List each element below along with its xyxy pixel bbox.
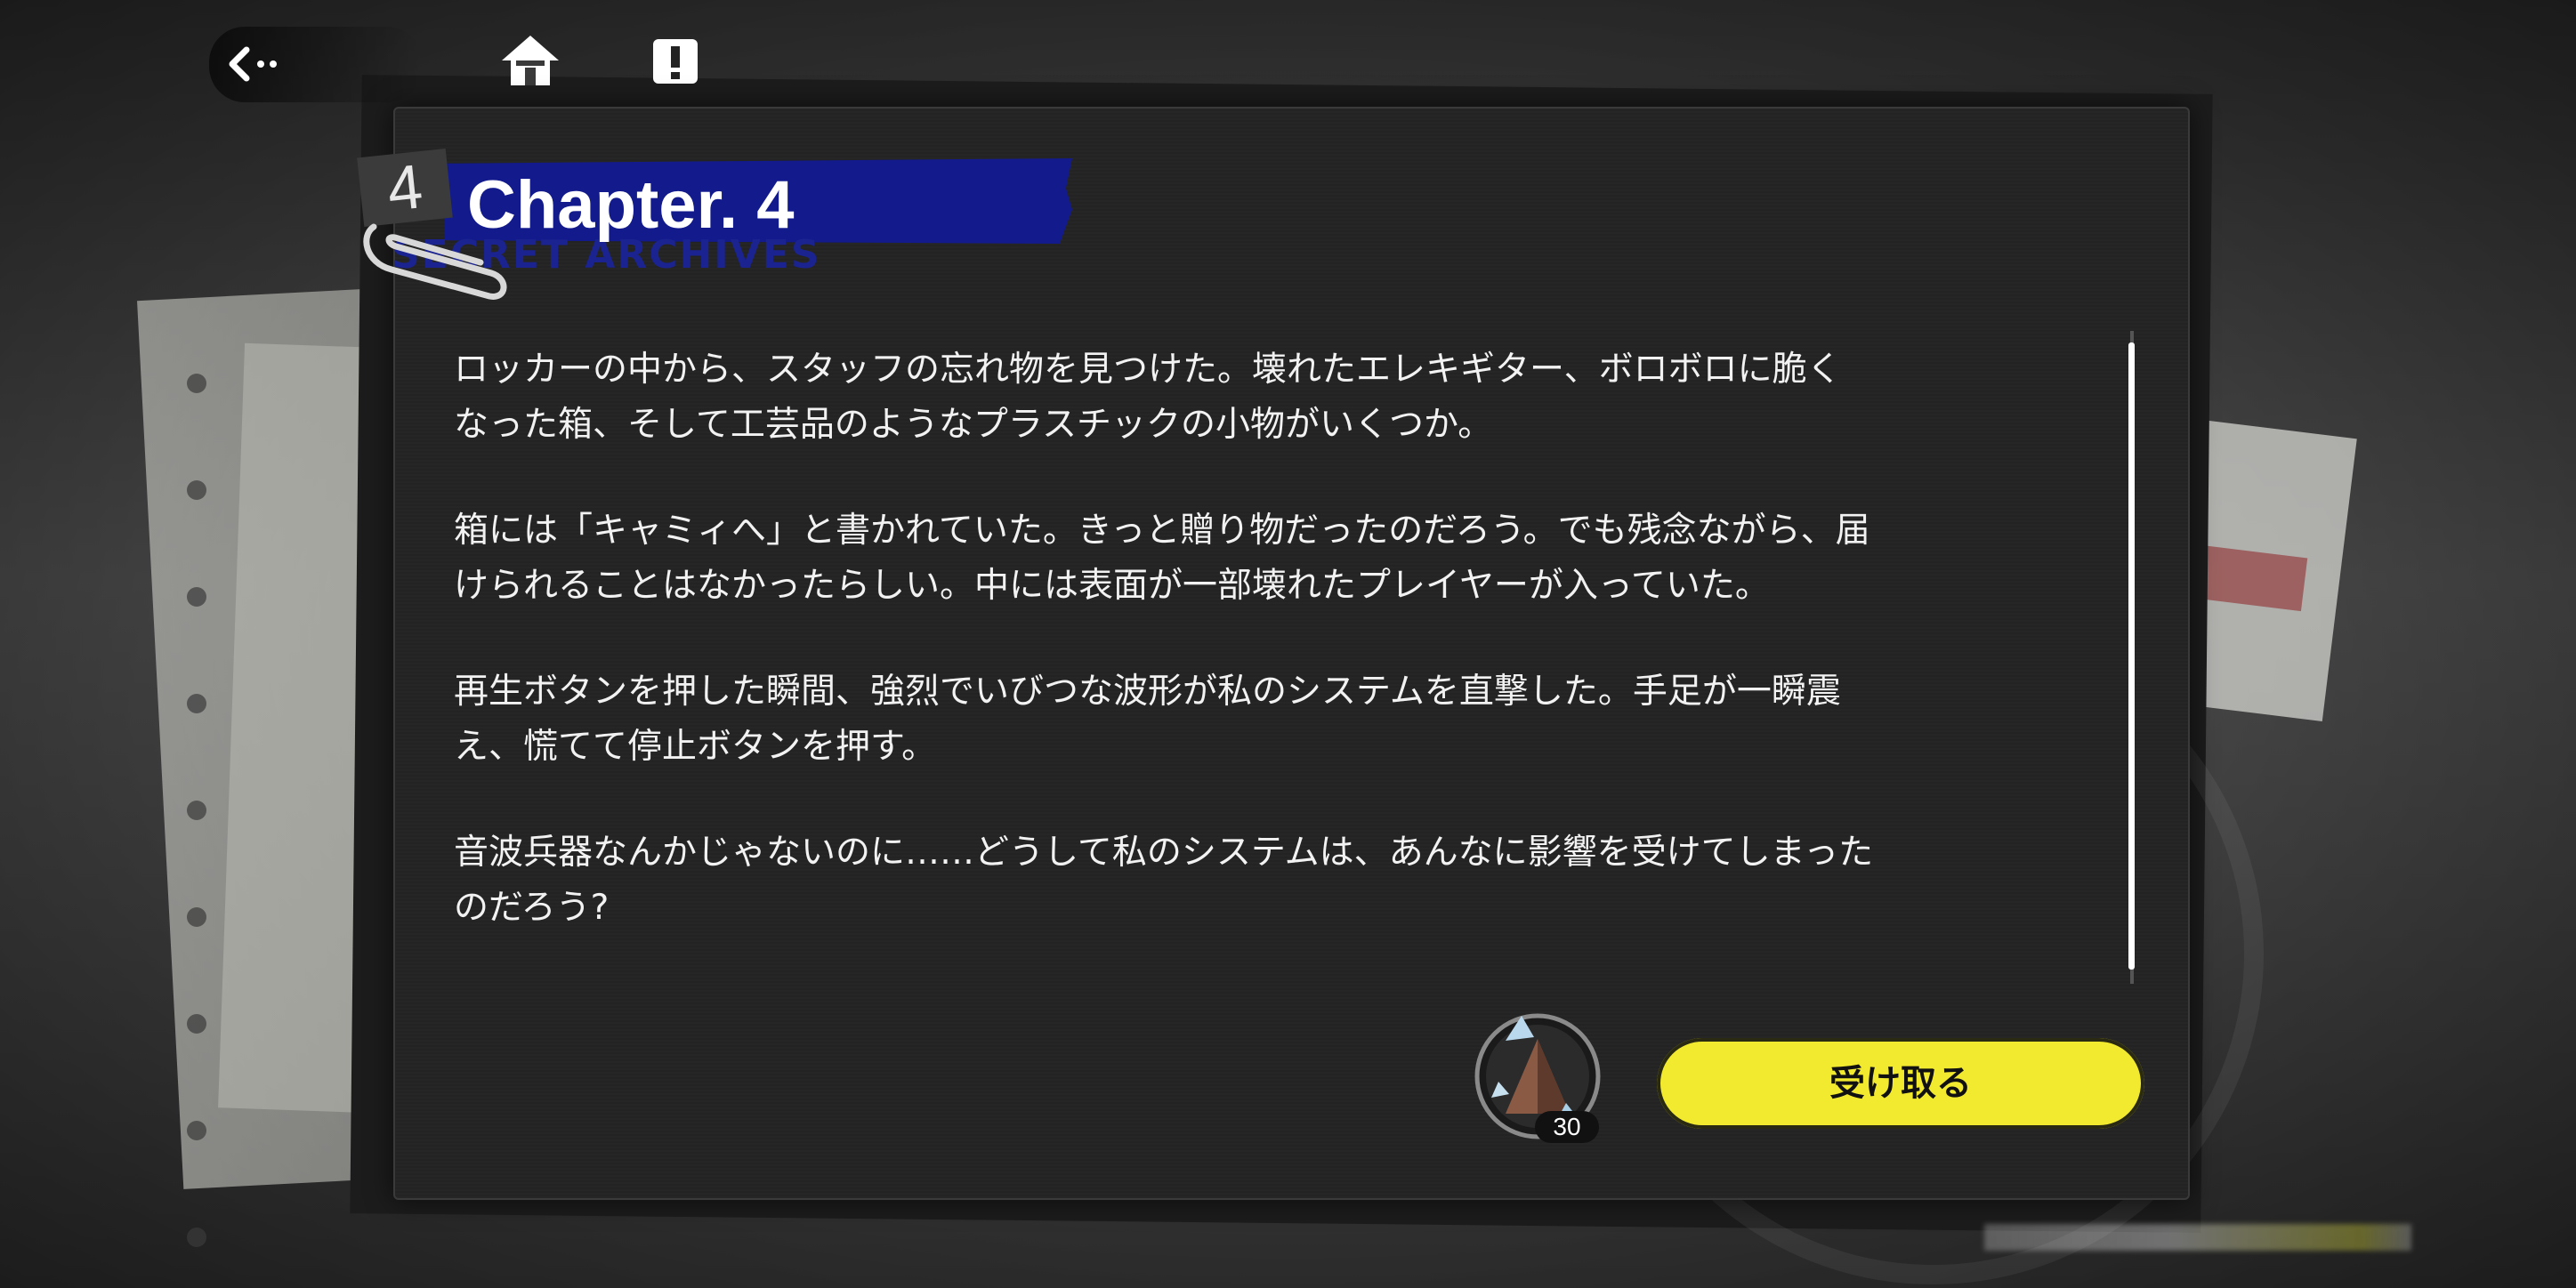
story-text: ロッカーの中から、スタッフの忘れ物を見つけた。壊れたエレキギター、ボロボロに脆く… [454,342,2109,986]
background-binder-holes [187,374,222,1247]
story-paragraph: ロッカーの中から、スタッフの忘れ物を見つけた。壊れたエレキギター、ボロボロに脆く… [454,350,1842,445]
story-paragraph: 箱には「キャミィへ」と書かれていた。きっと贈り物だったのだろう。でも残念ながら、… [454,511,1870,606]
scrollbar-thumb[interactable] [2128,342,2135,970]
home-icon [502,36,559,85]
notice-button[interactable] [651,37,699,85]
reward-quantity: 30 [1535,1111,1599,1143]
claim-button[interactable]: 受け取る [1657,1038,2144,1129]
back-button[interactable] [209,27,423,102]
back-arrow-icon [229,46,277,82]
background-blurred-text [1984,1224,2411,1251]
top-bar [0,0,2576,125]
story-paragraph: 音波兵器なんかじゃないのに……どうして私のシステムは、あんなに影響を受けてしまっ… [454,833,1874,928]
exclamation-icon [653,39,698,84]
home-button[interactable] [498,32,562,89]
story-paragraph: 再生ボタンを押した瞬間、強烈でいびつな波形が私のシステムを直撃した。手足が一瞬震… [454,672,1841,767]
chapter-title: Chapter. 4 [467,167,795,243]
